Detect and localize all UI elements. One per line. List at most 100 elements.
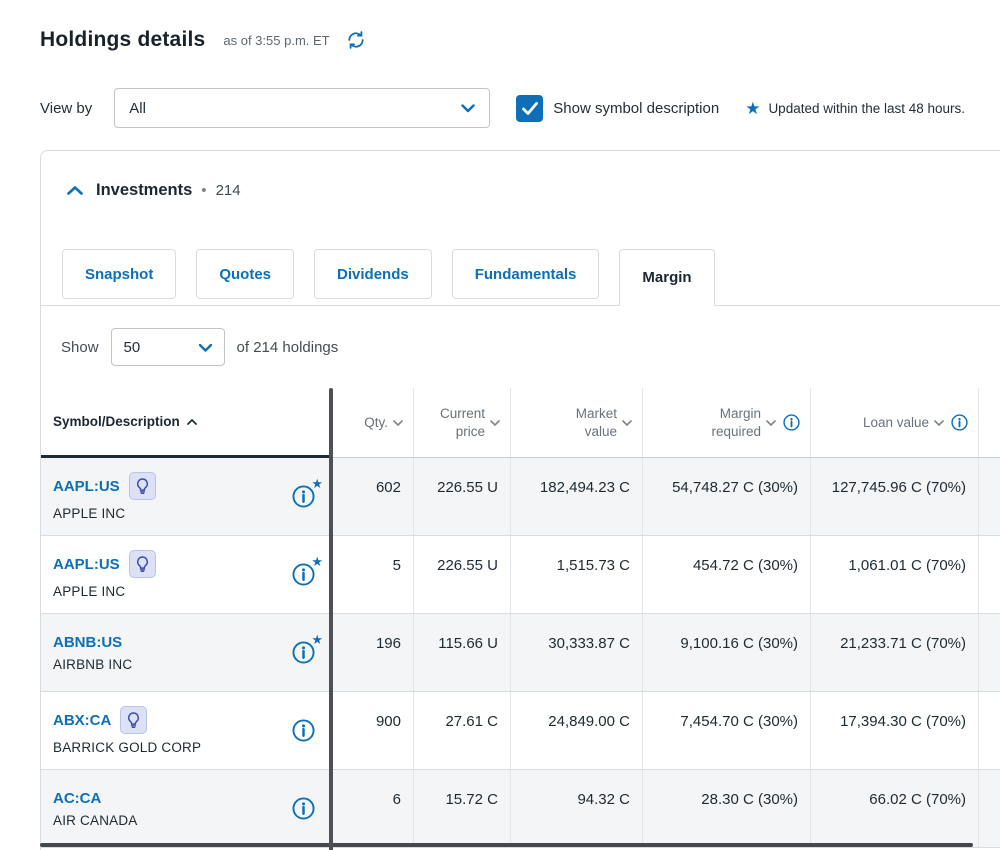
symbol-block: AAPL:US APPLE INC xyxy=(53,550,156,599)
column-header-margin-required[interactable]: Margin required xyxy=(642,388,810,458)
loan-value-cell: 17,394.30 C (70%) xyxy=(810,692,978,769)
lightbulb-icon xyxy=(136,556,149,572)
tab-quotes[interactable]: Quotes xyxy=(196,249,294,299)
column-header-overflow xyxy=(978,388,1000,458)
page-size-value: 50 xyxy=(124,339,141,356)
symbol-block: ABX:CA BARRICK GOLD CORP xyxy=(53,706,201,755)
info-icon[interactable] xyxy=(292,719,315,742)
info-icon[interactable] xyxy=(951,414,968,431)
qty-cell: 6 xyxy=(331,770,413,847)
refresh-icon[interactable] xyxy=(346,30,366,50)
idea-bulb-badge[interactable] xyxy=(129,472,156,500)
symbol-description: APPLE INC xyxy=(53,584,156,599)
sort-chevron-icon xyxy=(622,420,632,426)
check-icon xyxy=(522,102,538,115)
horizontal-scrollbar[interactable] xyxy=(40,843,973,847)
bullet-separator: • xyxy=(201,182,206,199)
idea-bulb-badge[interactable] xyxy=(120,706,147,734)
current-price-cell: 27.61 C xyxy=(413,692,510,769)
star-badge-icon: ★ xyxy=(311,633,323,646)
view-by-label: View by xyxy=(40,100,92,117)
column-header-symbol[interactable]: Symbol/Description xyxy=(41,388,331,458)
market-value-cell: 182,494.23 C xyxy=(510,458,642,535)
current-price-cell: 226.55 U xyxy=(413,458,510,535)
symbol-link[interactable]: AC:CA xyxy=(53,790,101,807)
holdings-table: Symbol/Description Qty. Current price Ma… xyxy=(41,388,1000,848)
section-title: Investments xyxy=(96,181,192,200)
qty-cell: 196 xyxy=(331,614,413,691)
column-label: Current price xyxy=(440,405,485,440)
info-icon[interactable]: ★ xyxy=(292,641,315,664)
show-label: Show xyxy=(61,339,99,356)
column-label: Market value xyxy=(576,405,617,440)
sort-chevron-icon xyxy=(934,420,944,426)
qty-cell: 900 xyxy=(331,692,413,769)
table-row[interactable]: AAPL:US APPLE INC ★ 5 226.55 U 1,515.73 … xyxy=(41,536,1000,614)
sort-chevron-icon xyxy=(393,420,403,426)
table-row[interactable]: AAPL:US APPLE INC ★ 602 226.55 U 182,494… xyxy=(41,458,1000,536)
show-symbol-description-checkbox[interactable] xyxy=(516,95,543,122)
filter-row: View by All Show symbol description ★ Up… xyxy=(40,88,1000,128)
symbol-description: AIRBNB INC xyxy=(53,657,132,672)
column-header-loan-value[interactable]: Loan value xyxy=(810,388,978,458)
current-price-cell: 15.72 C xyxy=(413,770,510,847)
view-by-select[interactable]: All xyxy=(114,88,490,128)
column-header-current-price[interactable]: Current price xyxy=(413,388,510,458)
symbol-link[interactable]: ABNB:US xyxy=(53,634,122,651)
qty-cell: 602 xyxy=(331,458,413,535)
info-icon[interactable]: ★ xyxy=(292,485,315,508)
lightbulb-icon xyxy=(127,712,140,728)
symbol-block: AC:CA AIR CANADA xyxy=(53,790,138,828)
symbol-cell: AAPL:US APPLE INC ★ xyxy=(41,536,331,613)
tab-margin[interactable]: Margin xyxy=(619,249,714,306)
symbol-link[interactable]: AAPL:US xyxy=(53,556,120,573)
updated-star-icon: ★ xyxy=(745,100,760,117)
symbol-cell: ABX:CA BARRICK GOLD CORP xyxy=(41,692,331,769)
frozen-column-scrollbar[interactable] xyxy=(329,388,333,850)
loan-value-cell: 21,233.71 C (70%) xyxy=(810,614,978,691)
symbol-description: APPLE INC xyxy=(53,506,156,521)
info-icon[interactable]: ★ xyxy=(292,563,315,586)
current-price-cell: 115.66 U xyxy=(413,614,510,691)
sort-chevron-icon xyxy=(490,420,500,426)
table-body: AAPL:US APPLE INC ★ 602 226.55 U 182,494… xyxy=(41,458,1000,848)
info-icon[interactable] xyxy=(783,414,800,431)
overflow-cell xyxy=(978,536,1000,613)
chevron-down-icon xyxy=(199,339,212,356)
star-badge-icon: ★ xyxy=(311,477,323,490)
current-price-cell: 226.55 U xyxy=(413,536,510,613)
section-header: Investments • 214 xyxy=(41,151,1000,203)
symbol-cell: AC:CA AIR CANADA xyxy=(41,770,331,847)
market-value-cell: 94.32 C xyxy=(510,770,642,847)
symbol-description: BARRICK GOLD CORP xyxy=(53,740,201,755)
table-row[interactable]: AC:CA AIR CANADA 6 15.72 C 94.32 C 28.30… xyxy=(41,770,1000,848)
tab-dividends[interactable]: Dividends xyxy=(314,249,432,299)
column-header-qty[interactable]: Qty. xyxy=(331,388,413,458)
margin-required-cell: 54,748.27 C (30%) xyxy=(642,458,810,535)
collapse-chevron-icon[interactable] xyxy=(67,186,83,195)
margin-required-cell: 454.72 C (30%) xyxy=(642,536,810,613)
tab-fundamentals[interactable]: Fundamentals xyxy=(452,249,600,299)
idea-bulb-badge[interactable] xyxy=(129,550,156,578)
show-suffix: of 214 holdings xyxy=(237,339,339,356)
column-label: Symbol/Description xyxy=(53,414,180,429)
holdings-count: 214 xyxy=(216,182,241,199)
column-label: Loan value xyxy=(863,415,929,430)
margin-required-cell: 9,100.16 C (30%) xyxy=(642,614,810,691)
column-label: Margin required xyxy=(711,405,761,440)
symbol-link[interactable]: AAPL:US xyxy=(53,478,120,495)
symbol-cell: ABNB:US AIRBNB INC ★ xyxy=(41,614,331,691)
table-row[interactable]: ABX:CA BARRICK GOLD CORP 900 27.61 C 24,… xyxy=(41,692,1000,770)
chevron-down-icon xyxy=(461,100,475,117)
table-row[interactable]: ABNB:US AIRBNB INC ★ 196 115.66 U 30,333… xyxy=(41,614,1000,692)
tab-snapshot[interactable]: Snapshot xyxy=(62,249,176,299)
market-value-cell: 24,849.00 C xyxy=(510,692,642,769)
page-size-select[interactable]: 50 xyxy=(111,328,225,366)
column-header-market-value[interactable]: Market value xyxy=(510,388,642,458)
symbol-block: AAPL:US APPLE INC xyxy=(53,472,156,521)
margin-required-cell: 7,454.70 C (30%) xyxy=(642,692,810,769)
info-icon[interactable] xyxy=(292,797,315,820)
page-size-row: Show 50 of 214 holdings xyxy=(61,328,1000,366)
symbol-link[interactable]: ABX:CA xyxy=(53,712,111,729)
as-of-timestamp: as of 3:55 p.m. ET xyxy=(223,33,329,48)
